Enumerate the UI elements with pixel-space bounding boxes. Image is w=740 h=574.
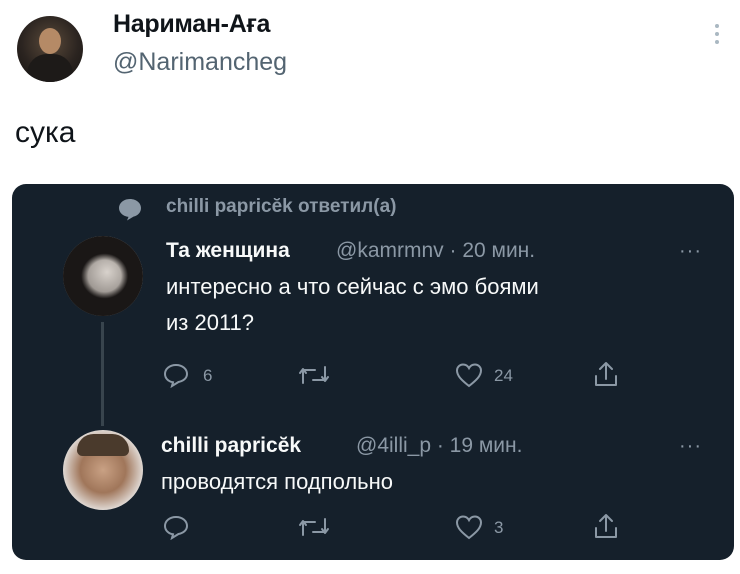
more-horizontal-icon[interactable]: ··· [679,435,702,458]
retweet-icon[interactable] [297,514,331,540]
post1-reply-count: 6 [203,366,213,385]
share-icon[interactable] [592,511,620,541]
heart-icon[interactable] [454,513,484,541]
speech-bubble-icon [117,196,143,222]
more-vertical-icon[interactable] [705,18,729,50]
reply-context: chilli papricĕk ответил(а) [166,196,397,217]
post1-handle-time[interactable]: @kamrmnv · 20 мин. [336,239,535,263]
author-avatar[interactable] [17,16,83,82]
share-icon[interactable] [592,359,620,389]
post1-text-line2: из 2011? [166,310,255,335]
post2-avatar[interactable] [63,430,143,510]
post1-text-line1: интересно а что сейчас с эмо боями [166,274,539,299]
post1-like-count: 24 [494,366,513,385]
tweet-text: сука [15,116,76,149]
thread-connector [101,322,104,426]
author-handle[interactable]: @Narimancheg [113,48,287,77]
post2-handle-time[interactable]: @4illi_p · 19 мин. [356,434,522,458]
heart-icon[interactable] [454,361,484,389]
quoted-screenshot-card: chilli papricĕk ответил(а) Та женщина @k… [12,184,734,560]
reply-icon[interactable] [162,362,190,388]
post2-like-count: 3 [494,518,504,537]
post2-name[interactable]: chilli papricĕk [161,434,301,458]
post1-avatar[interactable] [63,236,143,316]
reply-icon[interactable] [162,514,190,540]
more-horizontal-icon[interactable]: ··· [679,240,702,263]
post2-text: проводятся подпольно [161,469,394,494]
retweet-icon[interactable] [297,362,331,388]
post1-name[interactable]: Та женщина [166,239,290,263]
author-display-name[interactable]: Нариман-Ағa [113,10,270,39]
